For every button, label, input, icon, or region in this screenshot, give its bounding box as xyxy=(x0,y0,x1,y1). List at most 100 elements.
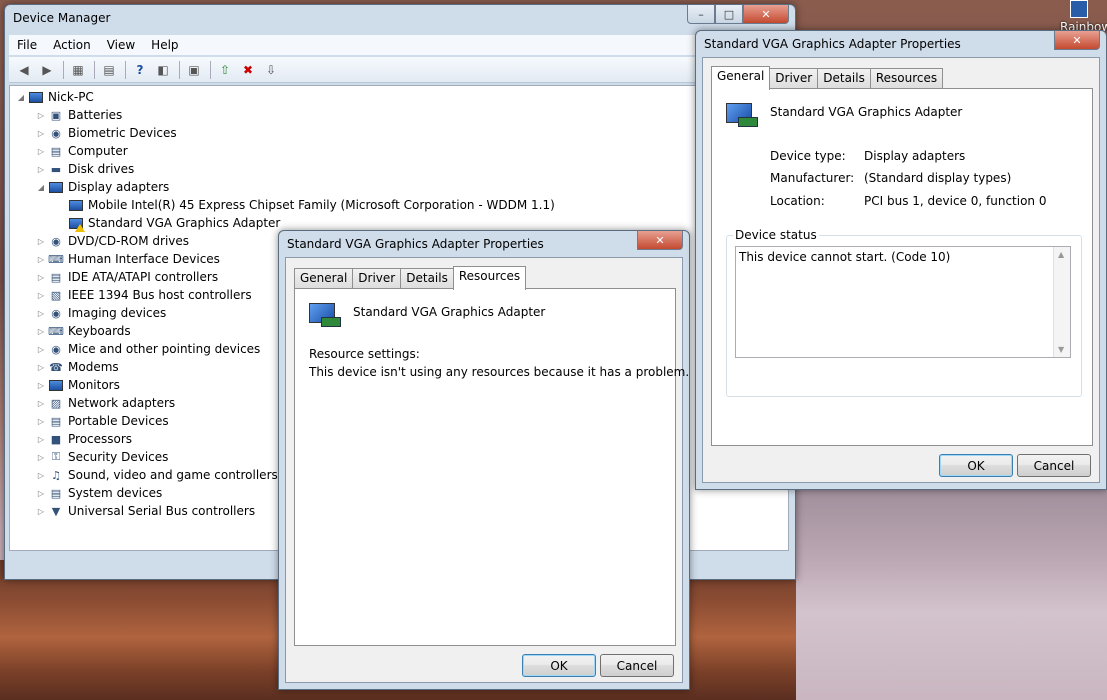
tree-category-label: Display adapters xyxy=(68,180,170,194)
properties-dialog-resources: Standard VGA Graphics Adapter Properties… xyxy=(278,230,690,690)
expand-arrow-icon[interactable]: ▷ xyxy=(36,345,46,354)
tab-driver[interactable]: Driver xyxy=(352,268,402,289)
properties-icon[interactable]: ▤ xyxy=(100,61,118,79)
expand-arrow-icon[interactable]: ▷ xyxy=(36,399,46,408)
tree-category[interactable]: ▷ ▨ Network adapters xyxy=(36,394,175,412)
tree-category[interactable]: ▷ ▬ Disk drives xyxy=(36,160,134,178)
expand-arrow-icon[interactable]: ▷ xyxy=(36,147,46,156)
tree-category[interactable]: ▷ ☎ Modems xyxy=(36,358,119,376)
display-adapter-icon xyxy=(68,197,84,213)
tab-driver[interactable]: Driver xyxy=(769,68,819,89)
expand-arrow-icon[interactable]: ▷ xyxy=(36,165,46,174)
tree-category[interactable]: ▷ ♫ Sound, video and game controllers xyxy=(36,466,278,484)
forward-icon[interactable]: ▶ xyxy=(38,61,56,79)
ok-button[interactable]: OK xyxy=(522,654,596,677)
tree-category[interactable]: ▷ ⌨ Human Interface Devices xyxy=(36,250,220,268)
tree-category-label: DVD/CD-ROM drives xyxy=(68,234,190,248)
disable-device-icon[interactable]: ⇩ xyxy=(262,61,280,79)
scroll-up-icon[interactable]: ▲ xyxy=(1058,250,1064,259)
menu-bar: File Action View Help xyxy=(9,35,789,55)
close-button[interactable]: ✕ xyxy=(1054,31,1100,50)
tree-category[interactable]: ▷ ▧ IEEE 1394 Bus host controllers xyxy=(36,286,252,304)
uninstall-icon[interactable]: ✖ xyxy=(239,61,257,79)
tree-category[interactable]: ◢ Display adapters xyxy=(36,178,169,196)
dialog-body: General Driver Details Resources Standar… xyxy=(285,257,689,683)
menu-action[interactable]: Action xyxy=(45,38,99,52)
tree-category[interactable]: ▷ ▤ Computer xyxy=(36,142,128,160)
tree-category[interactable]: ▷ ⌨ Keyboards xyxy=(36,322,131,340)
manufacturer-label: Manufacturer: xyxy=(770,171,855,185)
tab-details[interactable]: Details xyxy=(817,68,871,89)
cancel-button[interactable]: Cancel xyxy=(600,654,674,677)
tree-category[interactable]: ▷ ■ Processors xyxy=(36,430,132,448)
collapse-arrow-icon[interactable]: ◢ xyxy=(16,93,26,102)
tree-category-label: Human Interface Devices xyxy=(68,252,220,266)
tab-resources[interactable]: Resources xyxy=(869,68,944,89)
tree-category[interactable]: ▷ ▼ Universal Serial Bus controllers xyxy=(36,502,255,520)
tree-category[interactable]: ▷ ▣ Batteries xyxy=(36,106,122,124)
expand-arrow-icon[interactable]: ▷ xyxy=(36,381,46,390)
tree-category-label: IDE ATA/ATAPI controllers xyxy=(68,270,219,284)
tab-resources[interactable]: Resources xyxy=(452,266,527,290)
device-category-icon: ▤ xyxy=(50,486,62,500)
menu-file[interactable]: File xyxy=(9,38,45,52)
tree-category[interactable]: ▷ ◉ DVD/CD-ROM drives xyxy=(36,232,189,250)
tab-details[interactable]: Details xyxy=(400,268,454,289)
help-icon[interactable]: ? xyxy=(131,61,149,79)
status-scrollbar[interactable]: ▲ ▼ xyxy=(1053,247,1070,357)
device-category-icon: ◉ xyxy=(51,234,61,248)
ok-button[interactable]: OK xyxy=(939,454,1013,477)
tree-category[interactable]: ▷ ◉ Mice and other pointing devices xyxy=(36,340,260,358)
tree-device[interactable]: Mobile Intel(R) 45 Express Chipset Famil… xyxy=(68,196,555,214)
tab-general[interactable]: General xyxy=(711,66,771,90)
expand-arrow-icon[interactable]: ▷ xyxy=(36,111,46,120)
menu-view[interactable]: View xyxy=(99,38,143,52)
tree-category[interactable]: ▷ ▤ IDE ATA/ATAPI controllers xyxy=(36,268,218,286)
expand-arrow-icon[interactable]: ▷ xyxy=(36,237,46,246)
device-category-icon: ◉ xyxy=(51,126,61,140)
tab-panel: Standard VGA Graphics Adapter Device typ… xyxy=(711,88,1093,446)
tree-category[interactable]: ▷ ⚿ Security Devices xyxy=(36,448,168,466)
device-status-textbox[interactable]: This device cannot start. (Code 10) ▲ ▼ xyxy=(735,246,1071,358)
expand-arrow-icon[interactable]: ▷ xyxy=(36,471,46,480)
minimize-button[interactable]: – xyxy=(687,5,715,24)
menu-help[interactable]: Help xyxy=(143,38,186,52)
tree-category[interactable]: ▷ Monitors xyxy=(36,376,120,394)
tree-category[interactable]: ▷ ◉ Biometric Devices xyxy=(36,124,177,142)
show-hide-console-tree-icon[interactable]: ▦ xyxy=(69,61,87,79)
collapse-arrow-icon[interactable]: ◢ xyxy=(36,183,46,192)
cancel-button[interactable]: Cancel xyxy=(1017,454,1091,477)
expand-arrow-icon[interactable]: ▷ xyxy=(36,255,46,264)
expand-arrow-icon[interactable]: ▷ xyxy=(36,453,46,462)
tree-root[interactable]: ◢ Nick-PC xyxy=(16,88,94,106)
close-button[interactable]: ✕ xyxy=(743,5,789,24)
resource-settings-label: Resource settings: xyxy=(309,347,420,361)
expand-arrow-icon[interactable]: ▷ xyxy=(36,363,46,372)
expand-arrow-icon[interactable]: ▷ xyxy=(36,435,46,444)
action-pane-icon[interactable]: ◧ xyxy=(154,61,172,79)
expand-arrow-icon[interactable]: ▷ xyxy=(36,489,46,498)
tree-device[interactable]: Standard VGA Graphics Adapter xyxy=(68,214,280,232)
tree-category-label: Portable Devices xyxy=(68,414,169,428)
expand-arrow-icon[interactable]: ▷ xyxy=(36,507,46,516)
scan-hardware-icon[interactable]: ▣ xyxy=(185,61,203,79)
desktop-shortcut[interactable]: Rainbow xyxy=(1060,0,1107,34)
tree-category[interactable]: ▷ ▤ System devices xyxy=(36,484,162,502)
tab-general[interactable]: General xyxy=(294,268,354,289)
close-button[interactable]: ✕ xyxy=(637,231,683,250)
location-label: Location: xyxy=(770,194,825,208)
tree-category[interactable]: ▷ ▤ Portable Devices xyxy=(36,412,169,430)
expand-arrow-icon[interactable]: ▷ xyxy=(36,129,46,138)
expand-arrow-icon[interactable]: ▷ xyxy=(36,327,46,336)
update-driver-icon[interactable]: ⇧ xyxy=(216,61,234,79)
maximize-button[interactable]: □ xyxy=(715,5,743,24)
computer-icon xyxy=(28,89,44,105)
scroll-down-icon[interactable]: ▼ xyxy=(1058,345,1064,354)
back-icon[interactable]: ◀ xyxy=(15,61,33,79)
expand-arrow-icon[interactable]: ▷ xyxy=(36,273,46,282)
expand-arrow-icon[interactable]: ▷ xyxy=(36,417,46,426)
expand-arrow-icon[interactable]: ▷ xyxy=(36,291,46,300)
tree-category[interactable]: ▷ ◉ Imaging devices xyxy=(36,304,166,322)
expand-arrow-icon[interactable]: ▷ xyxy=(36,309,46,318)
device-category-icon: ▼ xyxy=(51,504,61,518)
